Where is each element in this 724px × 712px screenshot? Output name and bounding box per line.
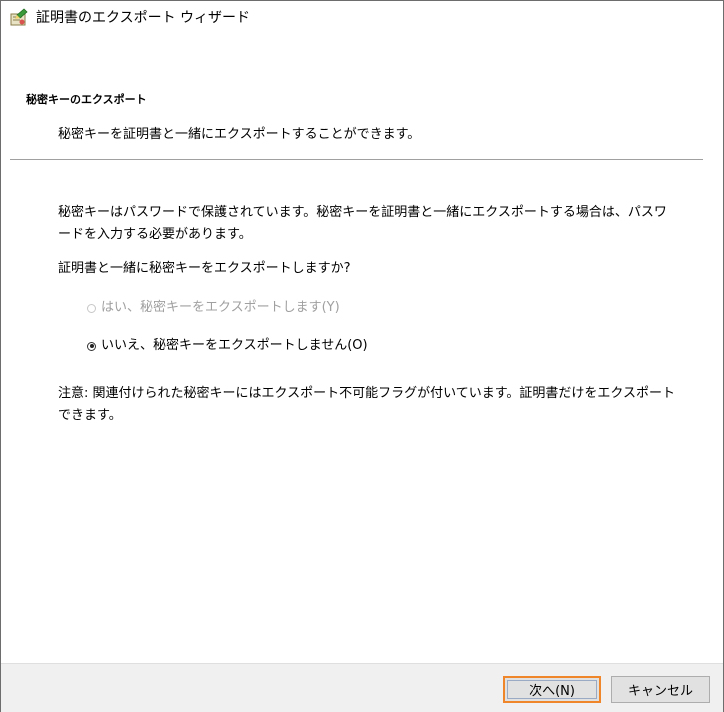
next-button[interactable]: 次へ(N) <box>503 676 601 703</box>
cancel-button-label: キャンセル <box>627 684 693 699</box>
header-divider <box>10 159 703 160</box>
password-explanation-text: 秘密キーはパスワードで保護されています。秘密キーを証明書と一緒にエクスポートする… <box>58 205 667 242</box>
radio-option-no-export-key[interactable]: いいえ、秘密キーをエクスポートしません(O) <box>87 336 368 356</box>
export-question-text: 証明書と一緒に秘密キーをエクスポートしますか? <box>58 261 351 276</box>
radio-option-yes-export-key: はい、秘密キーをエクスポートします(Y) <box>87 298 340 318</box>
radio-label-yes: はい、秘密キーをエクスポートします(Y) <box>101 300 340 315</box>
radio-label-no[interactable]: いいえ、秘密キーをエクスポートしません(O) <box>101 336 368 356</box>
window-title: 証明書のエクスポート ウィザード <box>36 10 251 26</box>
page-heading: 秘密キーのエクスポート <box>26 93 147 106</box>
certificate-export-wizard-window: 証明書のエクスポート ウィザード 秘密キーのエクスポート 秘密キーを証明書と一緒… <box>0 0 724 712</box>
radio-button-yes <box>87 303 96 313</box>
certificate-wizard-icon <box>9 8 29 28</box>
radio-button-no[interactable] <box>87 341 96 351</box>
page-description: 秘密キーを証明書と一緒にエクスポートすることができます。 <box>58 127 421 142</box>
title-bar[interactable]: 証明書のエクスポート ウィザード <box>1 1 723 35</box>
cancel-button[interactable]: キャンセル <box>611 676 710 703</box>
non-exportable-note-text: 注意: 関連付けられた秘密キーにはエクスポート不可能フラグが付いています。証明書… <box>58 386 676 423</box>
next-button-label: 次へ(N) <box>529 684 575 699</box>
